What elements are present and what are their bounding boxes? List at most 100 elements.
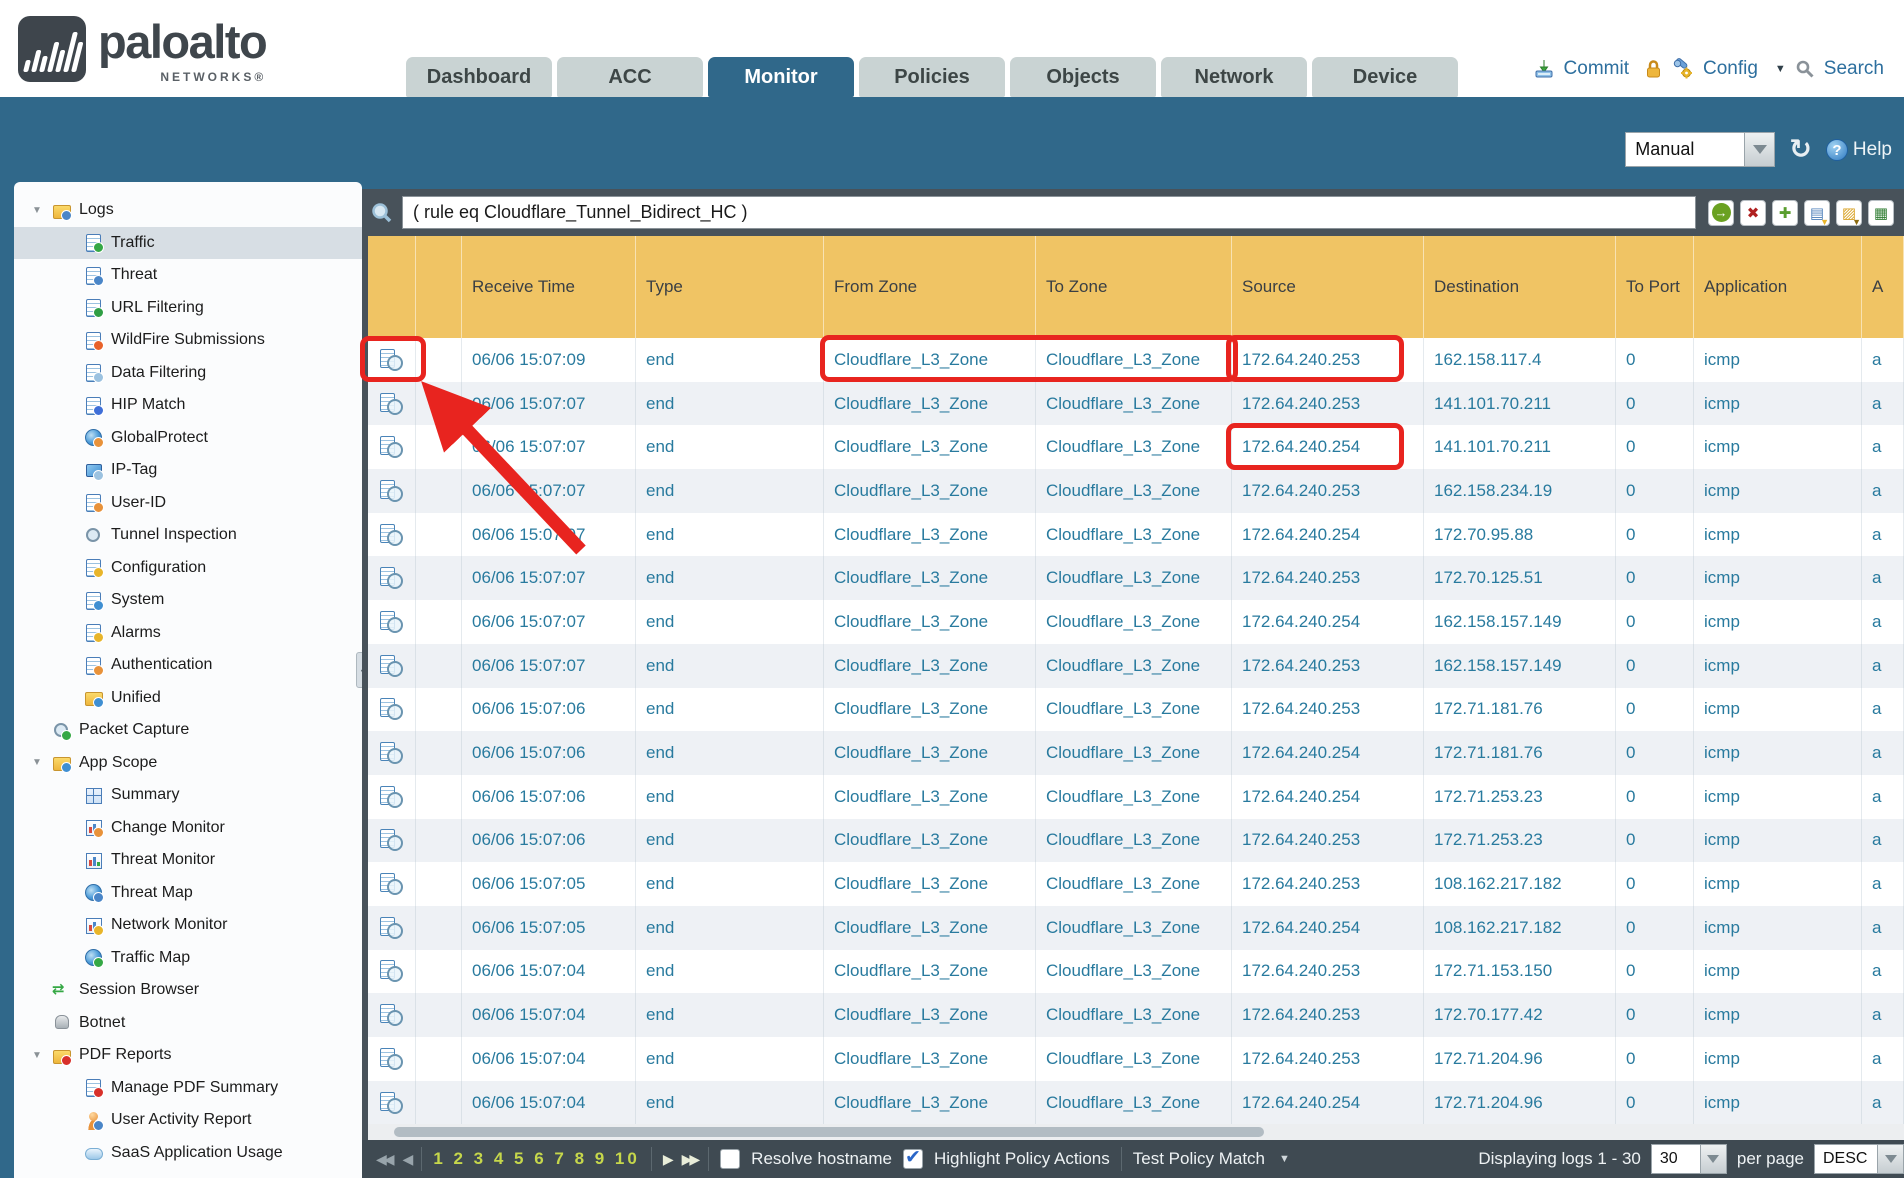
sidebar-item-traffic-map[interactable]: Traffic Map — [14, 942, 362, 975]
log-detail-icon[interactable] — [379, 873, 405, 895]
page-numbers[interactable]: 1 2 3 4 5 6 7 8 9 10 — [433, 1149, 640, 1169]
sidebar-item-data-filtering[interactable]: Data Filtering — [14, 357, 362, 390]
sidebar-item-threat-monitor[interactable]: Threat Monitor — [14, 844, 362, 877]
tab-network[interactable]: Network — [1161, 57, 1307, 97]
test-policy-match-caret-icon[interactable]: ▼ — [1279, 1153, 1290, 1165]
per-page-select[interactable]: 30 — [1651, 1144, 1727, 1174]
log-filter-input[interactable] — [402, 196, 1696, 229]
tab-monitor[interactable]: Monitor — [708, 57, 854, 97]
help-icon[interactable]: ? — [1826, 139, 1848, 161]
tab-policies[interactable]: Policies — [859, 57, 1005, 97]
log-detail-icon[interactable] — [379, 655, 405, 677]
resolve-hostname-checkbox[interactable] — [720, 1149, 740, 1169]
sidebar-item-configuration[interactable]: Configuration — [14, 552, 362, 585]
sidebar-item-url-filtering[interactable]: URL Filtering — [14, 292, 362, 325]
tab-objects[interactable]: Objects — [1010, 57, 1156, 97]
col-header-destination[interactable]: Destination — [1424, 236, 1616, 338]
log-detail-icon[interactable] — [379, 480, 405, 502]
sidebar-item-manage-pdf-summary[interactable]: Manage PDF Summary — [14, 1072, 362, 1105]
refresh-icon[interactable]: ↻ — [1789, 136, 1812, 163]
log-detail-icon[interactable] — [379, 524, 405, 546]
commit-mode-dropdown-button[interactable] — [1744, 133, 1774, 166]
sidebar-item-traffic[interactable]: Traffic — [14, 227, 362, 260]
log-detail-icon[interactable] — [379, 1004, 405, 1026]
tab-device[interactable]: Device — [1312, 57, 1458, 97]
sidebar-item-ip-tag[interactable]: IP-Tag — [14, 454, 362, 487]
per-page-dropdown-button[interactable] — [1700, 1145, 1726, 1173]
export-to-csv-icon[interactable]: ▦ — [1868, 200, 1894, 226]
sidebar-item-change-monitor[interactable]: Change Monitor — [14, 812, 362, 845]
sidebar-item-globalprotect[interactable]: GlobalProtect — [14, 422, 362, 455]
prev-page-icon[interactable]: ◀ — [403, 1151, 411, 1168]
sidebar-item-user-activity-report[interactable]: User Activity Report — [14, 1104, 362, 1137]
horizontal-scrollbar[interactable] — [362, 1124, 1904, 1140]
log-detail-icon[interactable] — [379, 1092, 405, 1114]
sidebar-item-network-monitor[interactable]: Network Monitor — [14, 909, 362, 942]
first-page-icon[interactable]: ◀◀ — [376, 1151, 392, 1168]
col-header-blank-1[interactable] — [416, 236, 462, 338]
log-detail-icon[interactable] — [379, 436, 405, 458]
filter-builder-icon[interactable]: ▤▼ — [1804, 200, 1830, 226]
col-header-to-zone[interactable]: To Zone — [1036, 236, 1232, 338]
col-header-source[interactable]: Source — [1232, 236, 1424, 338]
log-detail-icon[interactable] — [379, 349, 405, 371]
sidebar-item-user-id[interactable]: User-ID — [14, 487, 362, 520]
help-link[interactable]: Help — [1853, 139, 1892, 161]
expander-icon[interactable]: ▼ — [32, 1050, 52, 1061]
log-detail-icon[interactable] — [379, 567, 405, 589]
sidebar-item-hip-match[interactable]: HIP Match — [14, 389, 362, 422]
log-detail-icon[interactable] — [379, 1048, 405, 1070]
tab-acc[interactable]: ACC — [557, 57, 703, 97]
sidebar-item-pdf-reports[interactable]: ▼PDF Reports — [14, 1039, 362, 1072]
col-header-application[interactable]: Application — [1694, 236, 1862, 338]
col-header-type[interactable]: Type — [636, 236, 824, 338]
sidebar-item-session-browser[interactable]: Session Browser — [14, 974, 362, 1007]
highlight-policy-actions-checkbox[interactable] — [903, 1149, 923, 1169]
config-link[interactable]: Config — [1703, 58, 1758, 80]
config-caret-icon[interactable]: ▼ — [1775, 63, 1786, 75]
sidebar-item-saas-application-usage[interactable]: SaaS Application Usage — [14, 1137, 362, 1170]
col-header-blank-0[interactable] — [368, 236, 416, 338]
apply-filter-icon[interactable]: → — [1708, 200, 1734, 226]
sidebar-item-app-scope[interactable]: ▼App Scope — [14, 747, 362, 780]
log-detail-icon[interactable] — [379, 960, 405, 982]
add-filter-icon[interactable]: ✚ — [1772, 200, 1798, 226]
sort-order-dropdown-button[interactable] — [1877, 1145, 1903, 1173]
sidebar-item-threat-map[interactable]: Threat Map — [14, 877, 362, 910]
test-policy-match-button[interactable]: Test Policy Match — [1133, 1149, 1265, 1169]
last-page-icon[interactable]: ▶▶ — [682, 1151, 698, 1168]
expander-icon[interactable]: ▼ — [32, 205, 52, 216]
horizontal-scrollbar-thumb[interactable] — [394, 1127, 1264, 1137]
log-detail-icon[interactable] — [379, 917, 405, 939]
sidebar-item-wildfire-submissions[interactable]: WildFire Submissions — [14, 324, 362, 357]
load-filter-icon[interactable]: ▨▼ — [1836, 200, 1862, 226]
clear-filter-icon[interactable]: ✖ — [1740, 200, 1766, 226]
next-page-icon[interactable]: ▶ — [663, 1151, 671, 1168]
sidebar-item-packet-capture[interactable]: Packet Capture — [14, 714, 362, 747]
expander-icon[interactable]: ▼ — [32, 757, 52, 768]
sidebar-item-threat[interactable]: Threat — [14, 259, 362, 292]
sidebar-item-logs[interactable]: ▼Logs — [14, 194, 362, 227]
search-link[interactable]: Search — [1824, 58, 1884, 80]
col-header-a[interactable]: A — [1862, 236, 1904, 338]
log-detail-icon[interactable] — [379, 742, 405, 764]
sidebar-item-system[interactable]: System — [14, 584, 362, 617]
log-detail-icon[interactable] — [379, 786, 405, 808]
sidebar-item-authentication[interactable]: Authentication — [14, 649, 362, 682]
sort-order-select[interactable]: DESC — [1814, 1144, 1904, 1174]
log-detail-icon[interactable] — [379, 611, 405, 633]
log-detail-icon[interactable] — [379, 393, 405, 415]
tab-dashboard[interactable]: Dashboard — [406, 57, 552, 97]
commit-link[interactable]: Commit — [1564, 58, 1629, 80]
sidebar-item-summary[interactable]: Summary — [14, 779, 362, 812]
sidebar-item-alarms[interactable]: Alarms — [14, 617, 362, 650]
log-detail-icon[interactable] — [379, 698, 405, 720]
commit-mode-select[interactable]: Manual — [1625, 132, 1775, 167]
col-header-to-port[interactable]: To Port — [1616, 236, 1694, 338]
sidebar-item-tunnel-inspection[interactable]: Tunnel Inspection — [14, 519, 362, 552]
col-header-receive-time[interactable]: Receive Time — [462, 236, 636, 338]
sidebar-item-botnet[interactable]: Botnet — [14, 1007, 362, 1040]
col-header-from-zone[interactable]: From Zone — [824, 236, 1036, 338]
log-detail-icon[interactable] — [379, 829, 405, 851]
sidebar-item-unified[interactable]: Unified — [14, 682, 362, 715]
